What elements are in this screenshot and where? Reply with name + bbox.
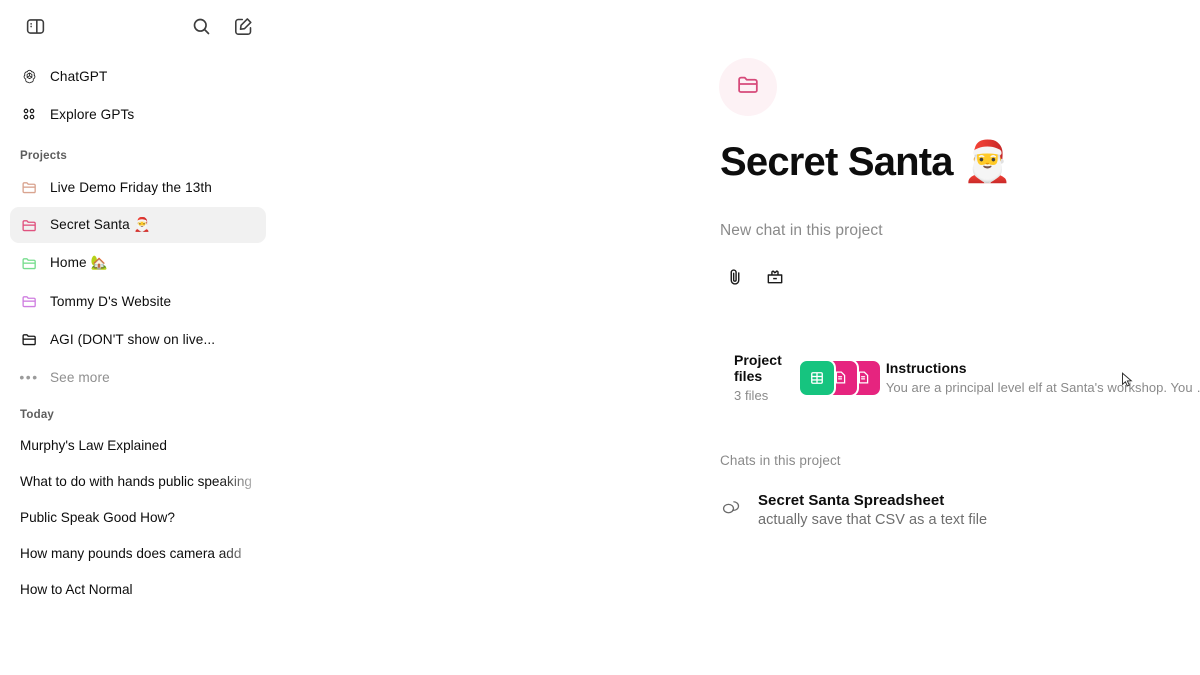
folder-icon (20, 254, 38, 272)
sidebar-toggle-icon (25, 16, 46, 42)
sidebar-project-tommy-d-website[interactable]: Tommy D's Website (10, 283, 266, 319)
paperclip-icon (725, 267, 745, 292)
project-chat-text: Secret Santa Spreadsheet actually save t… (758, 492, 987, 528)
project-files-card[interactable]: Project files 3 files (720, 342, 883, 413)
sidebar-project-label: AGI (DON'T show on live... (50, 331, 216, 347)
sidebar-item-explore-gpts[interactable]: Explore GPTs (10, 96, 266, 132)
ellipsis-icon: ••• (19, 369, 39, 385)
sidebar-project-label: Tommy D's Website (50, 293, 172, 309)
sidebar-project-agi[interactable]: AGI (DON'T show on live... (10, 321, 266, 357)
project-instructions-card[interactable]: Instructions You are a principal level e… (872, 342, 1200, 413)
project-badge (719, 58, 777, 116)
spreadsheet-icon (798, 358, 837, 397)
sidebar-topbar-actions (184, 12, 260, 46)
folder-icon (20, 330, 38, 348)
today-heading: Today (20, 409, 55, 421)
santa-emoji: 🎅 (962, 139, 1013, 185)
openai-logo-icon (20, 67, 38, 85)
search-icon (191, 16, 212, 42)
project-files-count: 3 files (734, 388, 769, 403)
project-chat-row[interactable]: Secret Santa Spreadsheet actually save t… (712, 484, 1200, 536)
sidebar-chat-item[interactable]: Murphy's Law Explained (10, 428, 266, 464)
project-chat-title: Secret Santa Spreadsheet (758, 492, 945, 509)
composer-toolbar (720, 264, 1200, 294)
sidebar-chat-item[interactable]: Public Speak Good How? (10, 500, 266, 536)
new-chat-button[interactable] (226, 12, 260, 46)
see-more-label: See more (50, 369, 110, 385)
main-content: Secret Santa 🎅 New chat in this project (276, 0, 1200, 675)
projects-heading: Projects (20, 150, 67, 162)
sidebar-nav: ChatGPT Explore GPTs Projects Live Demo … (0, 58, 276, 608)
sidebar-project-live-demo[interactable]: Live Demo Friday the 13th (10, 169, 266, 205)
folder-icon (20, 216, 38, 234)
composer-placeholder: New chat in this project (720, 222, 883, 239)
project-files-title: Project files (734, 352, 782, 384)
page-title: Secret Santa 🎅 (720, 140, 1200, 184)
sidebar-project-home[interactable]: Home 🏡 (10, 245, 266, 281)
sidebar-project-label: Live Demo Friday the 13th (50, 179, 212, 195)
sidebar-project-label: Secret Santa 🎅 (50, 217, 151, 232)
folder-icon (736, 72, 761, 102)
sidebar-toggle-button[interactable] (18, 12, 52, 46)
project-file-thumbnails (798, 358, 883, 397)
attach-file-button[interactable] (720, 264, 750, 294)
project-title-text: Secret Santa (720, 140, 954, 184)
project-cards: Project files 3 files Instructions You a… (720, 342, 1200, 413)
sidebar-project-label: Home 🏡 (50, 255, 108, 270)
sidebar-chat-item[interactable]: How many pounds does camera add (10, 536, 266, 572)
grid-dots-icon (20, 105, 38, 123)
folder-icon (20, 292, 38, 310)
chatgpt-app: ChatGPT Explore GPTs Projects Live Demo … (0, 0, 1200, 675)
search-chats-button[interactable] (184, 12, 218, 46)
sidebar-see-more-button[interactable]: ••• See more (10, 359, 266, 395)
chats-in-project-heading: Chats in this project (720, 453, 841, 468)
sidebar-chat-item[interactable]: What to do with hands public speaking (10, 464, 266, 500)
sidebar-topbar (0, 0, 276, 58)
folder-icon (20, 178, 38, 196)
chat-bubbles-icon (720, 497, 742, 524)
sidebar-item-label: Explore GPTs (50, 106, 135, 122)
project-files-text: Project files 3 files (734, 352, 798, 403)
project-chat-subtitle: actually save that CSV as a text file (758, 512, 988, 528)
project-composer[interactable]: New chat in this project (720, 222, 1200, 294)
sidebar: ChatGPT Explore GPTs Projects Live Demo … (0, 0, 276, 675)
project-tools-button[interactable] (760, 264, 790, 294)
sidebar-item-chatgpt[interactable]: ChatGPT (10, 58, 266, 94)
sidebar-item-label: ChatGPT (50, 68, 108, 84)
toolbox-icon (765, 267, 785, 292)
sidebar-chat-item[interactable]: How to Act Normal (10, 572, 266, 608)
new-chat-icon (233, 16, 254, 42)
project-instructions-preview: You are a principal level elf at Santa's… (885, 380, 1200, 395)
project-instructions-text: Instructions You are a principal level e… (886, 360, 1200, 395)
sidebar-project-secret-santa[interactable]: Secret Santa 🎅 (10, 207, 266, 243)
project-instructions-title: Instructions (885, 360, 967, 376)
